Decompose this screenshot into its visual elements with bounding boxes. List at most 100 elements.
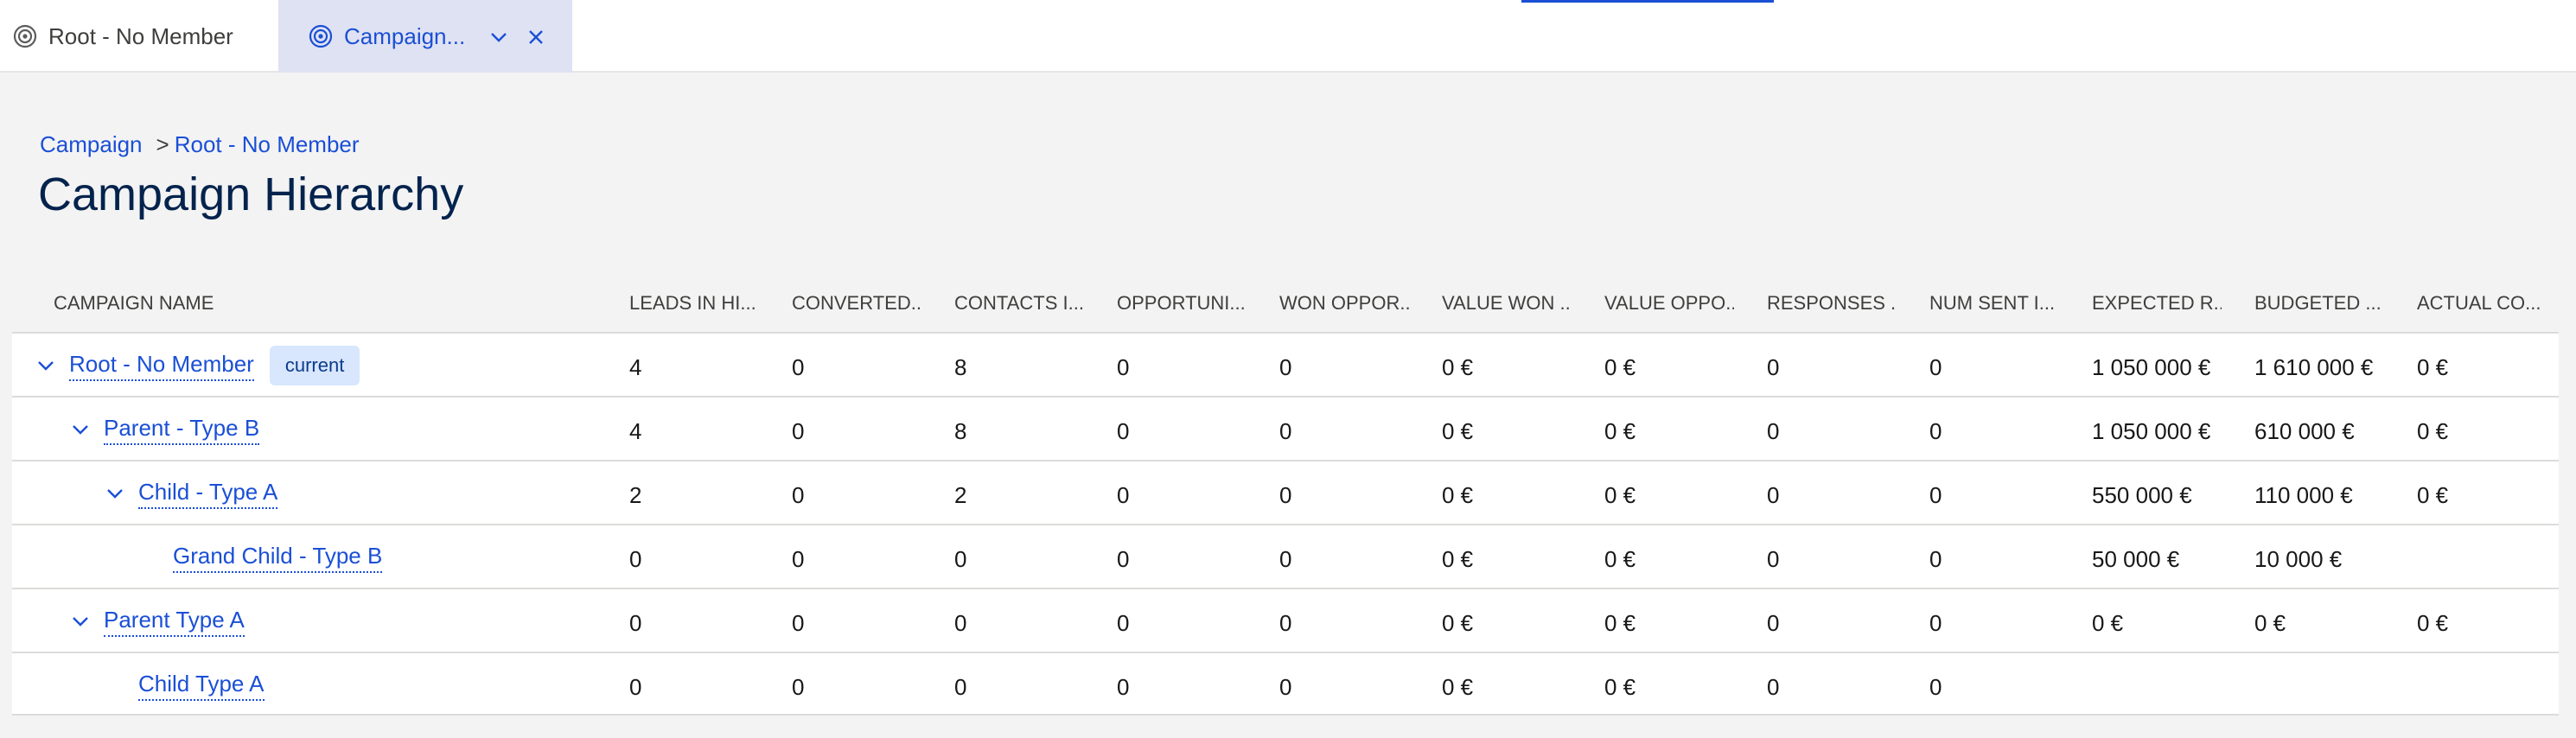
column-header[interactable]: BUDGETED ...	[2254, 292, 2384, 315]
table-cell: 0	[1279, 546, 1292, 572]
table-row: Grand Child - Type B 0 0 0 0 0 0 € 0 € 0 0 50 000 …	[12, 524, 2559, 588]
table-cell: 0	[1279, 482, 1292, 508]
table-cell: 0 €	[1604, 418, 1636, 444]
table-body: Root - No Member current 4 0 8 0 0 0 € 0 € 0 0 1 05…	[12, 332, 2559, 716]
table-cell: 0	[1929, 354, 1942, 380]
campaign-name-link[interactable]: Child Type A	[138, 671, 265, 701]
table-row: Child - Type A 2 0 2 0 0 0 € 0 € 0 0 550 000 € 110 …	[12, 460, 2559, 524]
table-cell: 0 €	[2417, 354, 2449, 380]
table-cell: 0	[1279, 610, 1292, 636]
page-title: Campaign Hierarchy	[38, 169, 464, 220]
table-cell: 2	[954, 482, 967, 508]
table-cell: 550 000 €	[2092, 482, 2192, 508]
table-cell: 0	[1767, 610, 1780, 636]
table-row: Child Type A 0 0 0 0 0 0 € 0 € 0 0	[12, 652, 2559, 716]
column-header[interactable]: WON OPPOR...	[1279, 292, 1409, 315]
campaign-name-link[interactable]: Parent - Type B	[104, 415, 260, 445]
target-icon	[12, 23, 38, 49]
table-cell: 0	[1929, 610, 1942, 636]
table-row: Root - No Member current 4 0 8 0 0 0 € 0 € 0 0 1 05…	[12, 332, 2559, 396]
table-cell: 0 €	[1442, 418, 1474, 444]
tab-label: Campaign...	[344, 22, 466, 49]
breadcrumb-current-link[interactable]: Root - No Member	[175, 131, 360, 158]
column-header[interactable]: OPPORTUNI...	[1117, 292, 1247, 315]
table-cell: 0	[1767, 482, 1780, 508]
tab-label: Root - No Member	[48, 22, 233, 49]
breadcrumb-separator: >	[156, 131, 169, 157]
hierarchy-table: CAMPAIGN NAME LEADS IN HI... CONVERTED... C…	[12, 273, 2559, 716]
table-cell: 8	[954, 418, 967, 444]
target-icon	[308, 23, 334, 49]
breadcrumb-parent-link[interactable]: Campaign	[40, 131, 143, 158]
table-cell: 0 €	[2092, 610, 2124, 636]
column-header[interactable]: EXPECTED R...	[2092, 292, 2222, 315]
table-cell: 0 €	[1604, 546, 1636, 572]
table-cell: 0 €	[1442, 610, 1474, 636]
column-header[interactable]: CONTACTS I...	[954, 292, 1084, 315]
table-cell: 0	[1279, 674, 1292, 700]
table-cell: 10 000 €	[2254, 546, 2343, 572]
table-cell: 0 €	[2417, 418, 2449, 444]
column-header[interactable]: CONVERTED...	[792, 292, 921, 315]
table-cell: 1 050 000 €	[2092, 354, 2211, 380]
campaign-name-link[interactable]: Root - No Member	[69, 351, 254, 381]
table-cell: 0 €	[2417, 482, 2449, 508]
table-cell: 8	[954, 354, 967, 380]
close-icon[interactable]	[523, 24, 549, 50]
table-cell: 1 050 000 €	[2092, 418, 2211, 444]
table-header: CAMPAIGN NAME LEADS IN HI... CONVERTED... C…	[12, 273, 2559, 332]
table-cell: 0	[1767, 546, 1780, 572]
table-row: Parent Type A 0 0 0 0 0 0 € 0 € 0 0 0 € 0 € 0 €	[12, 588, 2559, 652]
table-cell: 0 €	[1442, 546, 1474, 572]
campaign-name-link[interactable]: Child - Type A	[138, 479, 278, 509]
campaign-name-cell: Parent - Type B	[69, 398, 260, 461]
table-cell: 0 €	[1604, 674, 1636, 700]
chevron-down-icon[interactable]	[104, 482, 126, 505]
table-cell: 0	[792, 482, 805, 508]
table-cell: 0	[954, 674, 967, 700]
table-cell: 0 €	[1442, 354, 1474, 380]
column-header[interactable]: NUM SENT I...	[1929, 292, 2059, 315]
tab-root-no-member[interactable]: Root - No Member	[0, 0, 259, 73]
table-cell: 0	[1929, 482, 1942, 508]
column-header[interactable]: ACTUAL CO...	[2417, 292, 2547, 315]
table-cell: 0 €	[1442, 482, 1474, 508]
column-header[interactable]: VALUE WON ...	[1442, 292, 1572, 315]
table-cell: 110 000 €	[2254, 482, 2353, 508]
campaign-name-cell: Parent Type A	[69, 589, 245, 653]
column-header[interactable]: VALUE OPPO...	[1604, 292, 1734, 315]
table-cell: 0	[1929, 418, 1942, 444]
table-cell: 0	[954, 610, 967, 636]
table-cell: 0	[1767, 674, 1780, 700]
table-cell: 0	[1117, 546, 1130, 572]
column-header[interactable]: RESPONSES ...	[1767, 292, 1897, 315]
tab-campaign-hierarchy[interactable]: Campaign...	[278, 0, 572, 73]
column-header[interactable]: CAMPAIGN NAME	[54, 292, 399, 315]
chevron-down-icon[interactable]	[35, 354, 57, 377]
tab-bar: Root - No Member Campaign...	[0, 0, 2576, 73]
chevron-down-icon[interactable]	[69, 418, 92, 441]
chevron-down-icon[interactable]	[486, 24, 512, 50]
table-cell: 0 €	[1604, 610, 1636, 636]
table-cell: 4	[629, 418, 642, 444]
campaign-name-cell: Grand Child - Type B	[173, 525, 383, 589]
table-cell: 2	[629, 482, 642, 508]
table-cell: 0	[1117, 354, 1130, 380]
campaign-name-link[interactable]: Grand Child - Type B	[173, 543, 383, 573]
table-cell: 0	[792, 354, 805, 380]
table-cell: 0 €	[1442, 674, 1474, 700]
table-cell: 0	[1117, 610, 1130, 636]
table-cell: 0	[1117, 418, 1130, 444]
table-cell: 0	[1767, 418, 1780, 444]
chevron-down-icon[interactable]	[69, 610, 92, 633]
table-cell: 0	[629, 546, 642, 572]
table-cell: 4	[629, 354, 642, 380]
table-cell: 0 €	[2417, 610, 2449, 636]
table-cell: 0	[1117, 482, 1130, 508]
table-cell: 0	[1929, 546, 1942, 572]
column-header[interactable]: LEADS IN HI...	[629, 292, 759, 315]
table-cell: 0 €	[1604, 354, 1636, 380]
active-indicator	[1521, 0, 1774, 3]
campaign-name-link[interactable]: Parent Type A	[104, 607, 245, 637]
campaign-name-cell: Root - No Member current	[35, 334, 360, 398]
